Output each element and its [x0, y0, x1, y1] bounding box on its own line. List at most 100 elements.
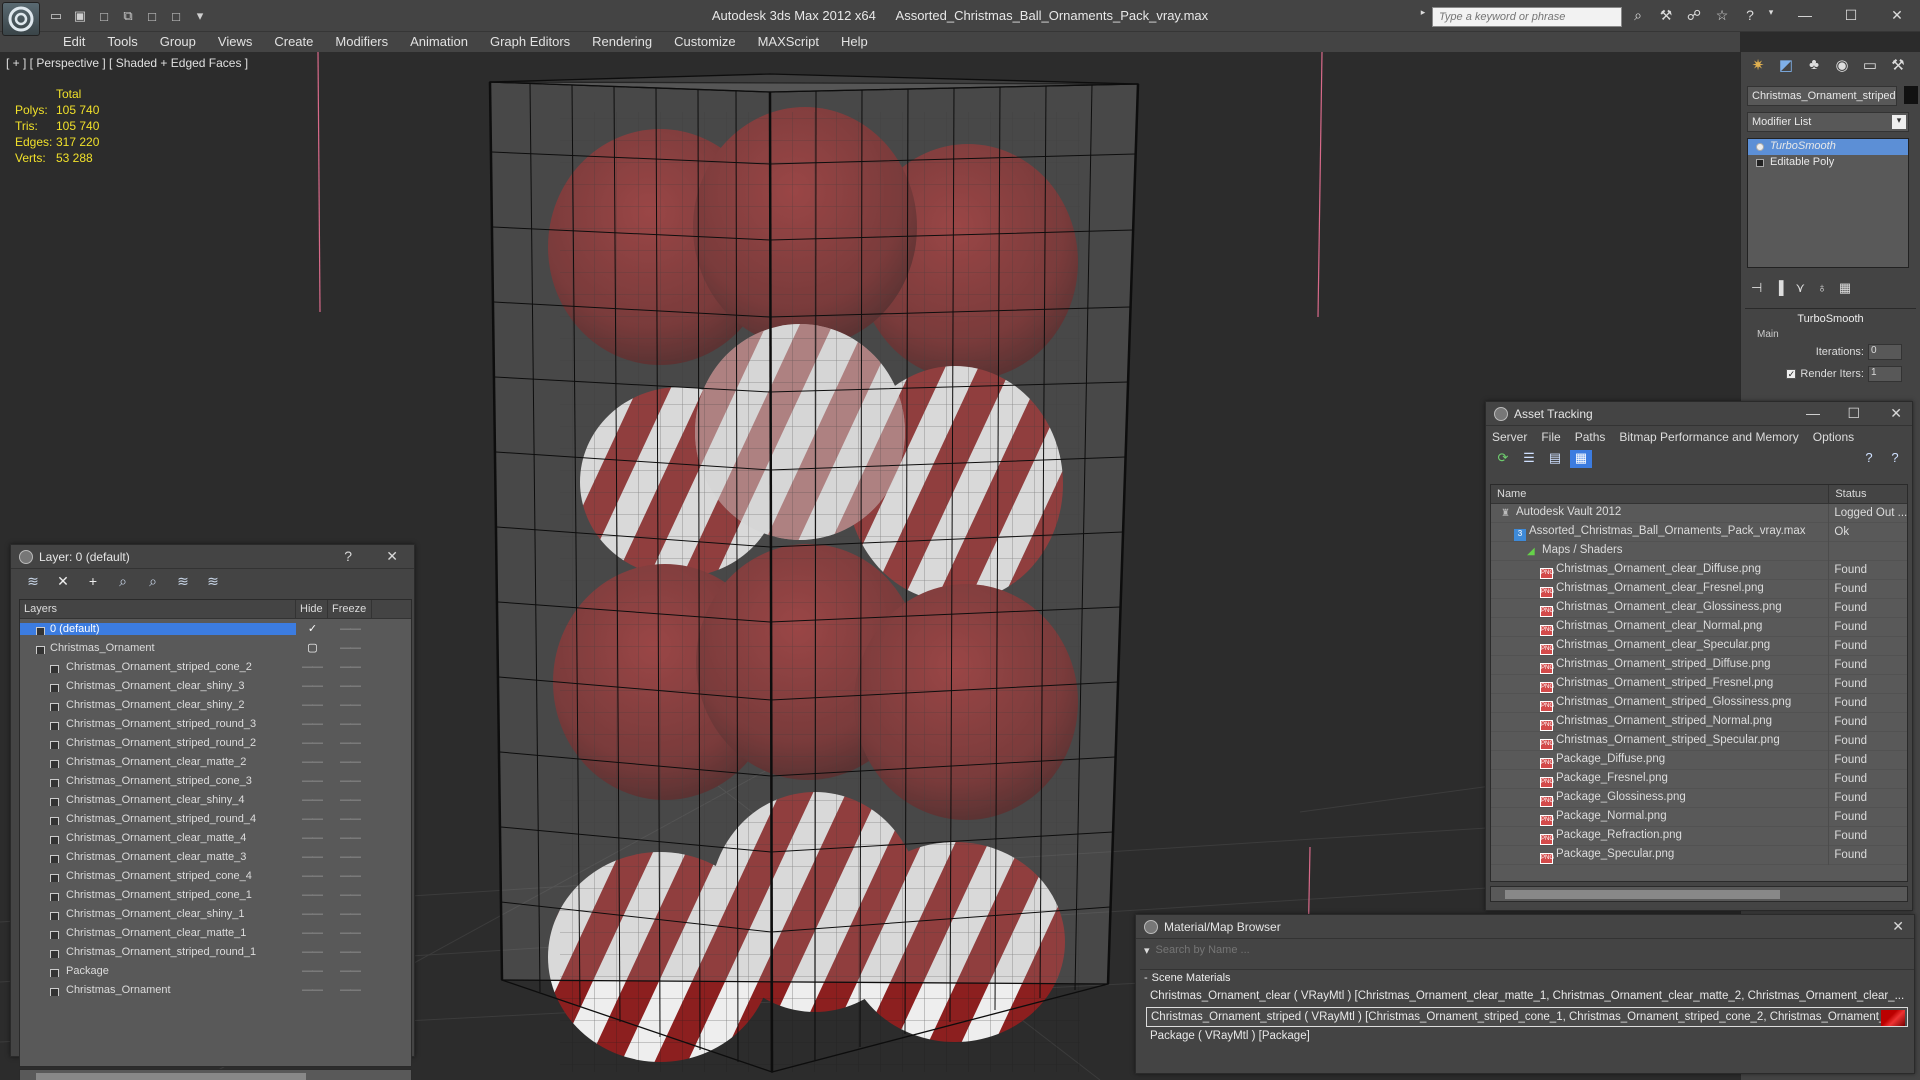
- layer-name-cell[interactable]: Christmas_Ornament_striped_cone_4: [20, 870, 296, 882]
- layer-name-cell[interactable]: Christmas_Ornament: [20, 642, 296, 654]
- close-icon[interactable]: ✕: [1874, 0, 1920, 30]
- layer-row[interactable]: Christmas_Ornament_clear_matte_4 —— ——: [20, 828, 411, 847]
- stack-item-editable-poly[interactable]: Editable Poly: [1748, 155, 1908, 171]
- menu-help[interactable]: Help: [830, 32, 879, 52]
- maximize-icon[interactable]: ☐: [1847, 405, 1860, 422]
- asset-name-cell[interactable]: PNG Package_Normal.png: [1491, 807, 1830, 827]
- asset-name-cell[interactable]: PNG Package_Fresnel.png: [1491, 769, 1830, 789]
- hide-toggle[interactable]: ——: [296, 851, 328, 863]
- hide-toggle[interactable]: ——: [296, 889, 328, 901]
- hide-toggle[interactable]: ——: [296, 699, 328, 711]
- freeze-toggle[interactable]: ——: [328, 927, 372, 939]
- layer-name-cell[interactable]: Christmas_Ornament_clear_matte_1: [20, 927, 296, 939]
- material-row[interactable]: Package ( VRayMtl ) [Package]: [1146, 1027, 1908, 1047]
- rollout-title[interactable]: TurboSmooth: [1745, 309, 1916, 329]
- create-tab-icon[interactable]: ✷: [1747, 56, 1769, 78]
- freeze-toggle[interactable]: ——: [328, 737, 372, 749]
- object-color-swatch[interactable]: [1904, 86, 1918, 104]
- asset-row[interactable]: PNG Christmas_Ornament_striped_Fresnel.pn…: [1491, 674, 1907, 694]
- help-dropdown-icon[interactable]: ▾: [1766, 7, 1776, 27]
- menu-views[interactable]: Views: [207, 32, 263, 52]
- layer-properties-icon[interactable]: ≋: [203, 573, 223, 591]
- show-end-result-icon[interactable]: ▐: [1774, 280, 1783, 296]
- name-column-header[interactable]: Name: [1491, 485, 1830, 503]
- menu-modifiers[interactable]: Modifiers: [324, 32, 399, 52]
- layer-row[interactable]: Christmas_Ornament_striped_cone_3 —— ——: [20, 771, 411, 790]
- redo-icon[interactable]: □: [166, 7, 186, 25]
- maximize-icon[interactable]: ☐: [1828, 0, 1874, 30]
- asset-name-cell[interactable]: PNG Christmas_Ornament_clear_Normal.png: [1491, 617, 1830, 637]
- menu-create[interactable]: Create: [263, 32, 324, 52]
- layer-name-cell[interactable]: Christmas_Ornament_striped_round_4: [20, 813, 296, 825]
- freeze-toggle[interactable]: ——: [328, 889, 372, 901]
- hide-toggle[interactable]: ——: [296, 927, 328, 939]
- hold-icon[interactable]: ⧉: [118, 7, 138, 25]
- hide-column-header[interactable]: Hide: [296, 600, 328, 618]
- freeze-toggle[interactable]: ——: [328, 813, 372, 825]
- layer-row[interactable]: Christmas_Ornament_striped_cone_2 —— ——: [20, 657, 411, 676]
- asset-name-cell[interactable]: PNG Christmas_Ornament_clear_Fresnel.png: [1491, 579, 1830, 599]
- new-file-icon[interactable]: □: [94, 7, 114, 25]
- layer-name-cell[interactable]: Christmas_Ornament_striped_cone_1: [20, 889, 296, 901]
- asset-row[interactable]: ♜ Autodesk Vault 2012 Logged Out ...: [1491, 503, 1907, 523]
- asset-menu-options[interactable]: Options: [1813, 430, 1854, 444]
- dropdown-arrow-icon[interactable]: ▾: [190, 7, 210, 25]
- keyword-search-input[interactable]: [1432, 7, 1622, 27]
- freeze-toggle[interactable]: ——: [328, 832, 372, 844]
- asset-name-cell[interactable]: PNG Package_Refraction.png: [1491, 826, 1830, 846]
- layer-row[interactable]: Christmas_Ornament_striped_round_2 —— ——: [20, 733, 411, 752]
- asset-name-cell[interactable]: ♜ Autodesk Vault 2012: [1491, 503, 1830, 523]
- layer-row[interactable]: Christmas_Ornament_striped_round_1 —— ——: [20, 942, 411, 961]
- freeze-toggle[interactable]: ——: [328, 718, 372, 730]
- freeze-toggle[interactable]: ——: [328, 908, 372, 920]
- hide-toggle[interactable]: ——: [296, 661, 328, 673]
- layer-name-cell[interactable]: Christmas_Ornament: [20, 984, 296, 996]
- thumbnail-view-icon[interactable]: ▤: [1544, 450, 1566, 468]
- table-view-icon[interactable]: ▦: [1570, 450, 1592, 468]
- freeze-toggle[interactable]: ——: [328, 775, 372, 787]
- hide-toggle[interactable]: ——: [296, 775, 328, 787]
- layer-row[interactable]: Christmas_Ornament —— ——: [20, 980, 411, 999]
- add-to-layer-icon[interactable]: +: [83, 573, 103, 591]
- hide-toggle[interactable]: ——: [296, 813, 328, 825]
- menu-maxscript[interactable]: MAXScript: [747, 32, 830, 52]
- layer-row[interactable]: Christmas_Ornament_clear_shiny_4 —— ——: [20, 790, 411, 809]
- material-browser-titlebar[interactable]: Material/Map Browser ✕: [1136, 915, 1914, 939]
- material-row[interactable]: Christmas_Ornament_striped ( VRayMtl ) […: [1146, 1007, 1908, 1027]
- menu-group[interactable]: Group: [149, 32, 207, 52]
- status-column-header[interactable]: Status: [1829, 485, 1907, 503]
- layer-row[interactable]: Christmas_Ornament_striped_cone_4 —— ——: [20, 866, 411, 885]
- asset-menu-file[interactable]: File: [1541, 430, 1560, 444]
- asset-row[interactable]: PNG Package_Refraction.png Found: [1491, 826, 1907, 846]
- hide-toggle[interactable]: ——: [296, 946, 328, 958]
- layer-name-cell[interactable]: Christmas_Ornament_striped_cone_3: [20, 775, 296, 787]
- layer-name-cell[interactable]: Christmas_Ornament_striped_round_1: [20, 946, 296, 958]
- menu-edit[interactable]: Edit: [52, 32, 96, 52]
- hide-toggle[interactable]: ——: [296, 832, 328, 844]
- hide-toggle[interactable]: ——: [296, 718, 328, 730]
- material-search-input[interactable]: [1155, 944, 1756, 956]
- layer-name-cell[interactable]: Christmas_Ornament_striped_round_3: [20, 718, 296, 730]
- motion-tab-icon[interactable]: ◉: [1831, 56, 1853, 78]
- stack-item-turbosmooth[interactable]: TurboSmooth: [1748, 139, 1908, 155]
- asset-menu-server[interactable]: Server: [1492, 430, 1527, 444]
- freeze-toggle[interactable]: ——: [328, 965, 372, 977]
- help-icon[interactable]: ?: [1738, 7, 1762, 27]
- asset-row[interactable]: PNG Package_Specular.png Found: [1491, 845, 1907, 865]
- layer-row[interactable]: Christmas_Ornament_striped_cone_1 —— ——: [20, 885, 411, 904]
- asset-tracking-titlebar[interactable]: Asset Tracking — ☐ ✕: [1486, 402, 1912, 426]
- create-layer-icon[interactable]: ≋: [23, 573, 43, 591]
- layer-name-cell[interactable]: Package: [20, 965, 296, 977]
- remove-modifier-icon[interactable]: ♁: [1817, 280, 1827, 296]
- layer-name-cell[interactable]: Christmas_Ornament_clear_shiny_1: [20, 908, 296, 920]
- menu-customize[interactable]: Customize: [663, 32, 746, 52]
- material-row[interactable]: Christmas_Ornament_clear ( VRayMtl ) [Ch…: [1146, 987, 1908, 1007]
- menu-graph-editors[interactable]: Graph Editors: [479, 32, 581, 52]
- asset-row[interactable]: PNG Package_Diffuse.png Found: [1491, 750, 1907, 770]
- layer-row[interactable]: Christmas_Ornament_clear_matte_2 —— ——: [20, 752, 411, 771]
- asset-name-cell[interactable]: PNG Package_Specular.png: [1491, 845, 1830, 865]
- asset-name-cell[interactable]: PNG Christmas_Ornament_clear_Specular.png: [1491, 636, 1830, 656]
- asset-row[interactable]: PNG Christmas_Ornament_striped_Glossiness…: [1491, 693, 1907, 713]
- layer-name-cell[interactable]: Christmas_Ornament_clear_shiny_4: [20, 794, 296, 806]
- delete-layer-icon[interactable]: ✕: [53, 573, 73, 591]
